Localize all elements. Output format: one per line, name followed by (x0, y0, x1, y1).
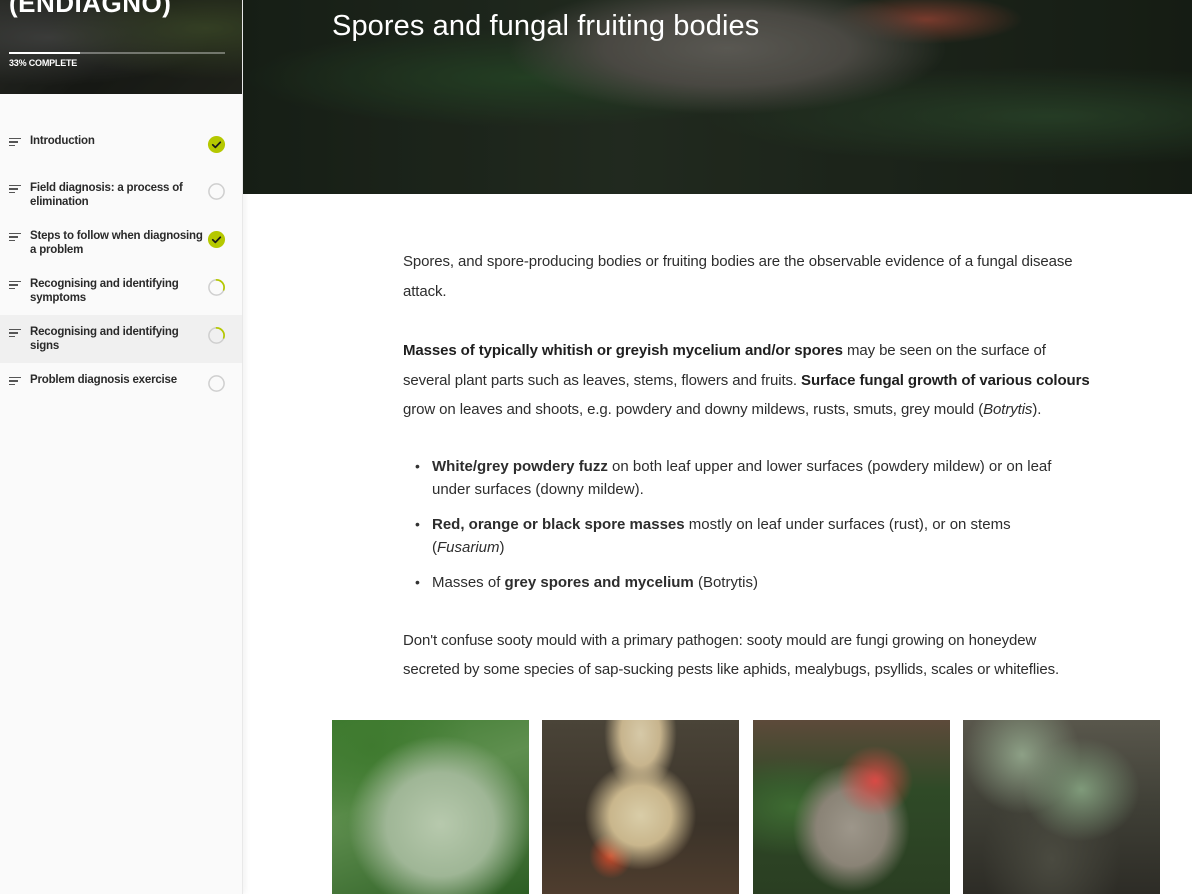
bullet-bold: Red, orange or black spore masses (432, 515, 685, 533)
mycelium-paragraph: Masses of typically whitish or greyish m… (403, 336, 1093, 425)
lesson-content: Spores, and spore-producing bodies or fr… (403, 247, 1093, 685)
menu-lines-icon (9, 329, 21, 338)
surface-growth-text: grow on leaves and shoots, e.g. powdery … (403, 401, 984, 418)
bullet-bold: grey spores and mycelium (504, 573, 694, 591)
gallery-image-botrytis-strawberry[interactable] (753, 720, 950, 894)
empty-circle-icon (208, 183, 225, 200)
course-progress-bar (9, 52, 225, 54)
image-gallery (332, 720, 1160, 894)
bullet-bold: White/grey powdery fuzz (432, 457, 608, 475)
menu-lines-icon (9, 233, 21, 242)
lesson-label: Recognising and identifying symptoms (30, 278, 179, 304)
botrytis-italic-text: Botrytis (983, 401, 1033, 418)
lesson-item-signs[interactable]: Recognising and identifying signs (0, 315, 242, 363)
lesson-label: Problem diagnosis exercise (30, 374, 177, 386)
partial-progress-ring-icon (208, 327, 225, 344)
lesson-item-exercise[interactable]: Problem diagnosis exercise (0, 363, 242, 410)
bullet-spore-masses: Red, orange or black spore masses mostly… (403, 513, 1063, 559)
bullet-text: (Botrytis) (693, 573, 758, 591)
lesson-item-introduction[interactable]: Introduction (0, 124, 242, 171)
lesson-label: Introduction (30, 135, 95, 147)
bullet-italic: Fusarium (437, 538, 500, 556)
signs-bullet-list: White/grey powdery fuzz on both leaf upp… (403, 455, 1093, 594)
bullet-lead: Masses of (432, 573, 505, 591)
menu-lines-icon (9, 185, 21, 194)
empty-circle-icon (208, 375, 225, 392)
menu-lines-icon (9, 377, 21, 386)
bullet-grey-spores: Masses of grey spores and mycelium (Botr… (403, 571, 1063, 594)
lesson-hero-banner: Spores and fungal fruiting bodies (243, 0, 1192, 194)
lesson-label: Field diagnosis: a process of eliminatio… (30, 182, 183, 208)
lesson-item-field-diagnosis[interactable]: Field diagnosis: a process of eliminatio… (0, 171, 242, 219)
course-progress-label: 33% COMPLETE (9, 58, 78, 68)
gallery-image-stem-base-fungus[interactable] (542, 720, 739, 894)
course-progress-fill (9, 52, 81, 54)
course-sidebar: (ENDIAGNO) 33% COMPLETE Introduction Fie… (0, 0, 243, 894)
surface-growth-bold-text: Surface fungal growth of various colours (801, 371, 1090, 389)
menu-lines-icon (9, 138, 21, 147)
lesson-item-steps-to-follow[interactable]: Steps to follow when diagnosing a proble… (0, 219, 242, 267)
gallery-image-powdery-mildew-leaf[interactable] (332, 720, 529, 894)
lesson-item-symptoms[interactable]: Recognising and identifying symptoms (0, 267, 242, 315)
gallery-image-infected-seedlings[interactable] (963, 720, 1160, 894)
bullet-tail: ) (499, 538, 505, 556)
checkmark-circle-icon (207, 135, 226, 154)
partial-progress-ring-icon (208, 279, 225, 296)
bullet-powdery-fuzz: White/grey powdery fuzz on both leaf upp… (403, 455, 1063, 501)
lesson-list: Introduction Field diagnosis: a process … (0, 124, 242, 410)
intro-paragraph: Spores, and spore-producing bodies or fr… (403, 253, 1073, 300)
lesson-label: Steps to follow when diagnosing a proble… (30, 230, 203, 256)
page-title: Spores and fungal fruiting bodies (332, 10, 760, 42)
lesson-label: Recognising and identifying signs (30, 326, 179, 352)
mycelium-bold-text: Masses of typically whitish or greyish m… (403, 342, 843, 359)
closing-text: ). (1032, 401, 1042, 418)
course-header: (ENDIAGNO) 33% COMPLETE (0, 0, 242, 94)
course-title: (ENDIAGNO) (9, 0, 172, 18)
sooty-mould-paragraph: Don't confuse sooty mould with a primary… (403, 631, 1060, 679)
checkmark-circle-icon (207, 230, 226, 249)
menu-lines-icon (9, 281, 21, 290)
